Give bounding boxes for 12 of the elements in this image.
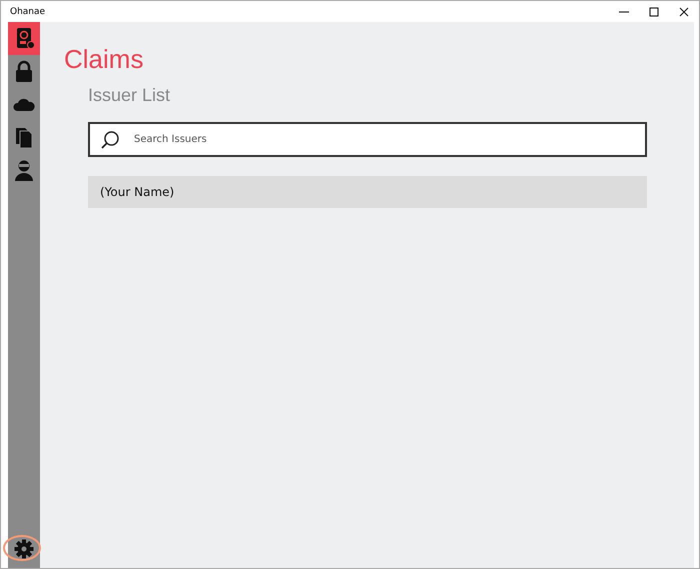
search-field[interactable]: Search Issuers	[88, 122, 647, 157]
issuer-item[interactable]: (Your Name)	[88, 176, 647, 208]
window-title: Ohanae	[9, 6, 46, 16]
lock-icon	[13, 60, 35, 83]
section-title: Issuer List	[88, 85, 172, 106]
close-icon	[679, 6, 689, 16]
person-icon	[13, 159, 35, 182]
settings-button[interactable]	[14, 539, 34, 559]
sidebar-item[interactable]	[8, 22, 40, 55]
page-title: Claims	[64, 44, 144, 75]
maximize-icon	[649, 6, 659, 16]
settings-icon	[14, 539, 34, 559]
